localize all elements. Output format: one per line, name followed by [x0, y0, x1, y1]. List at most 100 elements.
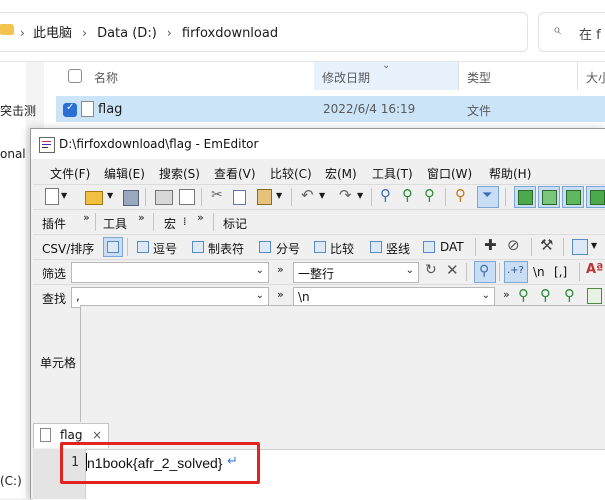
csv-sort-label[interactable]: CSV/排序 — [42, 240, 94, 257]
column-header-name[interactable]: 名称 — [94, 69, 118, 86]
chevron-down-icon[interactable]: ⌄ — [406, 265, 414, 276]
csv-comma-button[interactable]: 逗号 — [153, 240, 177, 257]
csv-tab-icon — [192, 241, 204, 253]
nav-item-fragment[interactable]: 突击测 — [0, 102, 36, 119]
more-chevron-icon[interactable]: » — [138, 211, 145, 224]
regex-toggle-button[interactable]: .+? — [504, 261, 528, 283]
menu-file[interactable]: 文件(F) — [50, 165, 90, 182]
find-in-files-icon[interactable]: ⚲ — [455, 186, 466, 204]
breadcrumb-item-drive[interactable]: Data (D:) — [97, 26, 157, 41]
newline-toggle[interactable]: \n — [533, 265, 545, 279]
redo-icon[interactable]: ↷ — [339, 186, 352, 204]
column-header-modified[interactable]: ⌄ 修改日期 — [314, 60, 458, 90]
csv-normal-button[interactable] — [103, 237, 123, 257]
select-all-checkbox[interactable] — [68, 69, 82, 83]
add-icon[interactable]: ✚ — [484, 236, 497, 254]
menu-compare[interactable]: 比较(C) — [270, 165, 312, 182]
filter-input[interactable]: ⌄ — [71, 262, 269, 283]
chevron-down-icon[interactable]: ⌄ — [256, 290, 264, 301]
find-icon: ⚲ — [479, 263, 490, 279]
toolbar-separator — [95, 213, 96, 231]
more-chevron-icon[interactable]: » — [503, 288, 510, 301]
replace-icon[interactable]: ⚲ — [564, 286, 575, 304]
csv-compare-button[interactable]: 比较 — [330, 240, 354, 257]
more-chevron-icon[interactable]: » — [277, 263, 284, 276]
explorer-toggle-button[interactable] — [562, 186, 584, 208]
macros-toolbar-label[interactable]: 宏 — [164, 215, 176, 232]
chevron-down-icon[interactable]: ⌄ — [256, 265, 264, 276]
csv-pipe-button[interactable]: 竖线 — [386, 240, 410, 257]
more-chevron-icon[interactable]: » — [277, 288, 284, 301]
menu-window[interactable]: 窗口(W) — [427, 165, 472, 182]
column-divider[interactable] — [458, 62, 459, 90]
nav-item-fragment[interactable]: onal — [0, 147, 26, 161]
marker-toolbar-label[interactable]: 标记 — [223, 215, 247, 232]
filter-toggle-button[interactable]: ⏷ — [477, 186, 499, 208]
find-next-icon[interactable]: ⚲ — [402, 186, 413, 204]
replace-all-icon[interactable] — [587, 288, 602, 304]
breadcrumb-item-this-pc[interactable]: 此电脑 — [33, 26, 72, 41]
chevron-down-icon[interactable]: ▼ — [357, 191, 363, 200]
save-icon[interactable] — [123, 190, 139, 206]
columns-icon[interactable] — [572, 239, 588, 255]
find-icon[interactable]: ⚲ — [380, 186, 391, 204]
csv-semicolon-button[interactable]: 分号 — [276, 240, 300, 257]
menu-macro[interactable]: 宏(M) — [325, 165, 357, 182]
file-type: 文件 — [467, 104, 492, 118]
toolbar-groups-row: 插件 » 工具 » 宏 ⁞ » 标记 — [33, 209, 605, 234]
chevron-down-icon[interactable]: ⌄ — [482, 290, 490, 301]
find-next-icon[interactable]: ⚲ — [518, 286, 529, 304]
tools-toolbar-label[interactable]: 工具 — [103, 215, 127, 232]
menu-tools[interactable]: 工具(T) — [372, 165, 413, 182]
refresh-icon[interactable]: ↻ — [425, 262, 437, 278]
filter-search-button[interactable]: ⚲ — [474, 261, 496, 283]
find-previous-icon[interactable]: ⚲ — [540, 286, 551, 304]
toolbar-separator — [579, 263, 580, 281]
print-icon[interactable] — [155, 190, 173, 205]
undo-icon[interactable]: ↶ — [301, 186, 314, 204]
nav-item-drive-c[interactable]: (C:) — [0, 474, 22, 488]
more-chevron-icon[interactable]: » — [197, 211, 204, 224]
new-file-icon[interactable] — [45, 188, 59, 205]
wrench-icon[interactable]: ⚒ — [540, 236, 553, 254]
chevron-down-icon[interactable]: ▼ — [61, 191, 67, 200]
menu-view[interactable]: 查看(V) — [214, 165, 256, 182]
paste-icon[interactable] — [257, 189, 272, 205]
output-toggle-button[interactable] — [586, 186, 605, 208]
menu-search[interactable]: 搜索(S) — [159, 165, 200, 182]
match-case-icon[interactable]: Aª — [586, 262, 603, 277]
chevron-down-icon[interactable]: ▼ — [107, 191, 113, 200]
csv-dat-button[interactable]: DAT — [440, 240, 464, 254]
chevron-down-icon[interactable]: ▼ — [276, 191, 282, 200]
emeditor-app-icon[interactable] — [39, 137, 55, 153]
cut-icon[interactable]: ✂ — [211, 187, 223, 203]
more-chevron-icon[interactable]: » — [83, 211, 90, 224]
print-preview-icon[interactable] — [179, 189, 195, 205]
filter-mode-select[interactable]: 一整行 ⌄ — [293, 262, 419, 283]
plugins-toolbar-label[interactable]: 插件 — [42, 215, 66, 232]
toolbar-toggle-button[interactable] — [514, 186, 536, 208]
macro-pause-icon[interactable]: ⁞ — [183, 215, 187, 228]
menu-help[interactable]: 帮助(H) — [489, 165, 531, 182]
chevron-down-icon[interactable]: ▼ — [591, 241, 597, 250]
menu-edit[interactable]: 编辑(E) — [104, 165, 145, 182]
filter-mode-value: 一整行 — [298, 267, 335, 281]
disable-icon[interactable]: ⊘ — [507, 236, 520, 254]
copy-icon[interactable] — [233, 190, 246, 205]
search-box[interactable]: ⌕ 在 f — [538, 12, 605, 52]
csv-tab-button[interactable]: 制表符 — [208, 240, 244, 257]
open-folder-icon[interactable] — [85, 191, 103, 205]
column-header-type[interactable]: 类型 — [467, 69, 491, 86]
cell-edit-area[interactable] — [80, 305, 605, 425]
bracket-toggle[interactable]: [,] — [554, 265, 567, 279]
tab-close-icon[interactable]: × — [92, 428, 102, 442]
toolbar-separator — [466, 263, 467, 281]
outline-toggle-button[interactable] — [538, 186, 560, 208]
find-previous-icon[interactable]: ⚲ — [424, 186, 435, 204]
row-checkbox[interactable] — [63, 102, 77, 117]
clear-icon[interactable]: ✕ — [446, 261, 459, 279]
breadcrumb-item-folder[interactable]: firfoxdownload — [182, 26, 278, 41]
column-divider[interactable] — [577, 62, 578, 90]
chevron-down-icon[interactable]: ▼ — [319, 191, 325, 200]
column-header-size[interactable]: 大小 — [586, 69, 605, 86]
